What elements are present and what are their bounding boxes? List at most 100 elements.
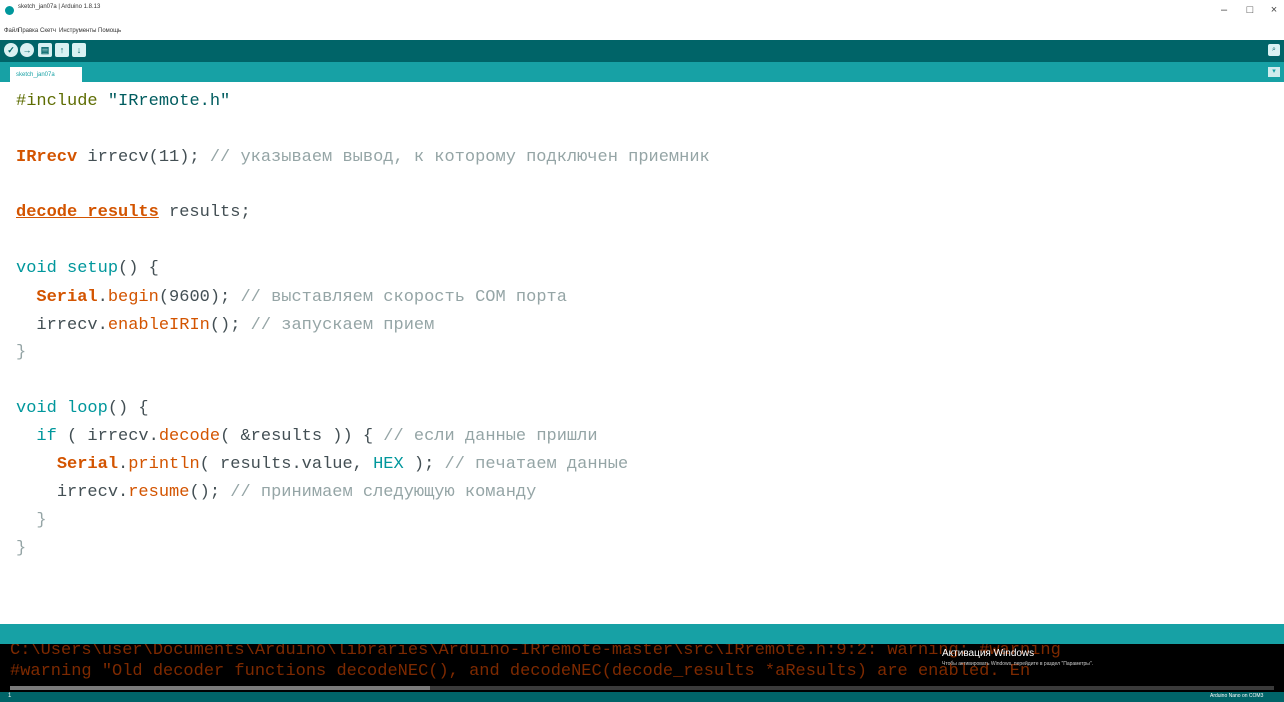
menu-file[interactable]: Файл <box>4 28 19 34</box>
code-token: loop <box>67 399 108 418</box>
code-token: (9600); <box>158 288 241 307</box>
chevron-down-icon: ▾ <box>1272 68 1276 75</box>
status-bar: 1 Arduino Nano on COM3 <box>0 692 1284 702</box>
tab-sketch[interactable]: sketch_jan07a <box>10 67 82 82</box>
toolbar: ✓ → ▤ ↑ ↓ ⌕ <box>0 40 1284 62</box>
new-sketch-button[interactable]: ▤ <box>38 43 52 57</box>
open-button[interactable]: ↑ <box>55 43 69 57</box>
menu-sketch[interactable]: Скетч <box>40 28 56 34</box>
code-token: if <box>36 427 57 446</box>
code-token: IRrecv <box>16 148 78 167</box>
code-token: enableIRIn <box>107 316 210 335</box>
code-token: decode_results <box>16 203 159 222</box>
code-token: . <box>97 288 108 307</box>
serial-monitor-button[interactable]: ⌕ <box>1268 44 1280 56</box>
code-token: decode <box>158 427 221 446</box>
code-token: setup <box>67 259 119 278</box>
arrow-down-icon: ↓ <box>76 45 82 55</box>
scrollbar-thumb[interactable] <box>10 686 430 690</box>
window-title: sketch_jan07a | Arduino 1.8.13 <box>18 4 101 10</box>
code-line: decode_results results; <box>16 200 251 226</box>
board-port-label: Arduino Nano on COM3 <box>1210 693 1264 699</box>
menu-help[interactable]: Помощь <box>98 28 121 34</box>
code-token: (); <box>189 483 231 502</box>
code-token: results; <box>158 203 251 222</box>
menu-tools[interactable]: Инструменты <box>59 28 96 34</box>
tab-bar: sketch_jan07a ▾ <box>0 62 1284 82</box>
scrollbar-track[interactable] <box>430 686 1274 690</box>
new-file-icon: ▤ <box>40 44 50 55</box>
code-token: ( irrecv. <box>56 427 159 446</box>
code-token: irrecv. <box>36 316 108 335</box>
code-token: void <box>16 399 57 418</box>
code-token: ( results.value, <box>199 455 374 474</box>
code-line: } <box>16 508 47 534</box>
code-comment: // указываем вывод, к которому подключен… <box>209 148 710 167</box>
code-token: ( &results )) { <box>220 427 384 446</box>
code-token: . <box>118 455 129 474</box>
code-line: Serial.begin(9600); // выставляем скорос… <box>16 285 567 311</box>
code-token: (); <box>209 316 251 335</box>
activation-watermark-title: Активация Windows <box>942 648 1035 659</box>
code-line: void setup() { <box>16 256 159 282</box>
code-token: #include <box>16 92 98 111</box>
code-token: HEX <box>373 455 404 474</box>
code-token: "IRremote.h" <box>107 92 231 111</box>
upload-button[interactable]: → <box>20 43 34 57</box>
code-line: irrecv.enableIRIn(); // запускаем прием <box>16 313 434 339</box>
minimize-button[interactable]: – <box>1216 4 1232 16</box>
code-line: #include "IRremote.h" <box>16 89 230 115</box>
title-bar: sketch_jan07a | Arduino 1.8.13 – □ × <box>0 0 1284 22</box>
code-comment: // запускаем прием <box>250 316 435 335</box>
code-line: void loop() { <box>16 396 149 422</box>
code-token: resume <box>128 483 190 502</box>
arduino-logo-icon <box>5 6 14 15</box>
code-line: IRrecv irrecv(11); // указываем вывод, к… <box>16 145 710 171</box>
close-button[interactable]: × <box>1266 4 1282 16</box>
code-token: } <box>16 511 47 530</box>
code-token: irrecv. <box>56 483 129 502</box>
code-line: } <box>16 536 26 562</box>
editor-console-divider[interactable] <box>0 624 1284 644</box>
code-comment: // принимаем следующую команду <box>230 483 537 502</box>
code-editor[interactable]: #include "IRremote.h" IRrecv irrecv(11);… <box>0 82 1284 624</box>
maximize-button[interactable]: □ <box>1242 4 1258 16</box>
menu-edit[interactable]: Правка <box>18 28 38 34</box>
line-number: 1 <box>8 693 12 699</box>
code-token: irrecv(11); <box>77 148 210 167</box>
console-line: C:\Users\user\Documents\Arduino\librarie… <box>10 644 1061 660</box>
code-token: ); <box>403 455 445 474</box>
code-comment: // если данные пришли <box>383 427 598 446</box>
checkmark-icon: ✓ <box>7 44 15 55</box>
code-token: begin <box>107 288 159 307</box>
code-token: } <box>16 343 27 362</box>
menu-bar: Файл Правка Скетч Инструменты Помощь <box>0 22 1284 40</box>
code-token: Serial <box>56 455 119 474</box>
code-token: () { <box>118 259 159 278</box>
code-line: if ( irrecv.decode( &results )) { // есл… <box>16 424 598 450</box>
code-comment: // печатаем данные <box>444 455 629 474</box>
console-line: #warning "Old decoder functions decodeNE… <box>10 662 1031 681</box>
code-comment: // выставляем скорость COM порта <box>240 288 567 307</box>
arrow-up-icon: ↑ <box>59 45 65 55</box>
horizontal-scrollbar[interactable] <box>0 684 1284 692</box>
magnifier-icon: ⌕ <box>1272 46 1276 53</box>
code-token: Serial <box>36 288 98 307</box>
verify-button[interactable]: ✓ <box>4 43 18 57</box>
code-line: Serial.println( results.value, HEX ); //… <box>16 452 628 478</box>
code-token: () { <box>107 399 149 418</box>
console-output[interactable]: C:\Users\user\Documents\Arduino\librarie… <box>0 644 1284 684</box>
arrow-right-icon: → <box>22 45 32 55</box>
save-button[interactable]: ↓ <box>72 43 86 57</box>
code-token: void <box>16 259 57 278</box>
code-token: println <box>128 455 200 474</box>
code-line: irrecv.resume(); // принимаем следующую … <box>16 480 537 506</box>
tab-menu-button[interactable]: ▾ <box>1268 67 1280 77</box>
